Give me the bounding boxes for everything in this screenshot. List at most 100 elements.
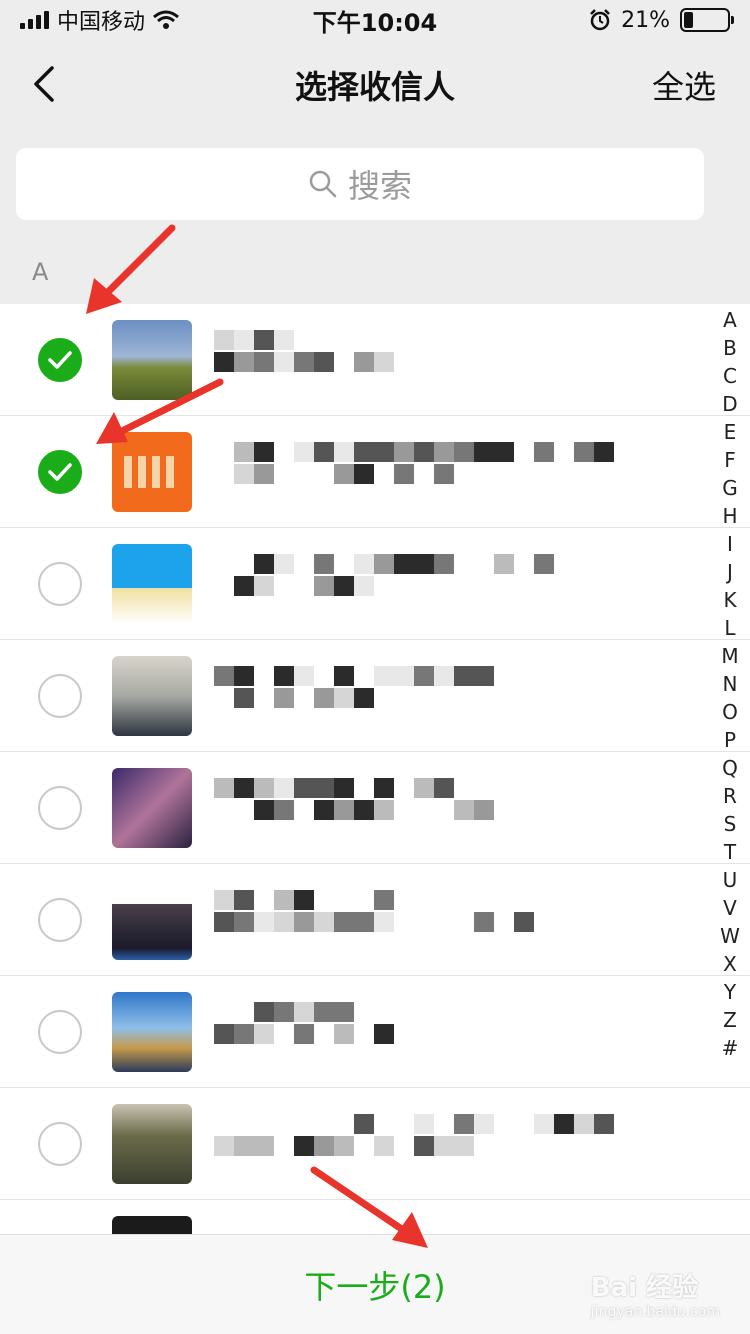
index-letter[interactable]: W — [720, 922, 740, 950]
pixel-block — [334, 800, 354, 820]
pixel-block — [334, 666, 354, 686]
contact-row[interactable] — [0, 864, 750, 976]
pixel-block — [294, 1136, 314, 1156]
pixel-block — [274, 912, 294, 932]
contact-row[interactable] — [0, 1088, 750, 1200]
index-letter[interactable]: S — [724, 810, 737, 838]
index-letter[interactable]: H — [722, 502, 737, 530]
index-letter[interactable]: Q — [722, 754, 738, 782]
index-letter[interactable]: R — [723, 782, 737, 810]
pixel-block — [274, 1002, 294, 1022]
index-letter[interactable]: V — [723, 894, 737, 922]
pixel-block — [274, 778, 294, 798]
index-letter[interactable]: X — [723, 950, 737, 978]
blurred-contact-name — [214, 664, 674, 734]
pixel-block — [494, 554, 514, 574]
index-letter[interactable]: J — [727, 558, 733, 586]
wifi-icon — [153, 10, 179, 29]
pixel-block — [254, 352, 274, 372]
index-letter[interactable]: K — [723, 586, 736, 614]
select-all-button[interactable]: 全选 — [652, 62, 716, 108]
index-letter[interactable]: N — [723, 670, 738, 698]
pixel-block — [514, 912, 534, 932]
index-letter[interactable]: P — [724, 726, 736, 754]
pixel-block — [374, 890, 394, 910]
index-letter[interactable]: L — [724, 614, 735, 642]
pixel-block — [234, 778, 254, 798]
blurred-contact-name — [214, 328, 674, 398]
select-checkbox[interactable] — [38, 674, 82, 718]
pixel-block — [314, 352, 334, 372]
next-step-button[interactable]: 下一步(2) — [304, 1262, 445, 1308]
alphabet-index[interactable]: A B C D E F G H I J K L M N O P Q R S T U V W X Y Z # — [716, 306, 744, 1062]
pixel-block — [294, 890, 314, 910]
index-letter[interactable]: M — [721, 642, 738, 670]
carrier-label: 中国移动 — [57, 10, 146, 35]
pixel-block — [594, 1114, 614, 1134]
pixel-block — [214, 330, 234, 350]
pixel-block — [454, 1136, 474, 1156]
pixel-block — [374, 1024, 394, 1044]
pixel-block — [314, 688, 334, 708]
blurred-contact-name — [214, 440, 674, 510]
search-input[interactable]: 搜索 — [16, 148, 704, 220]
select-checkbox-checked[interactable] — [38, 338, 82, 382]
avatar — [112, 1104, 192, 1184]
pixel-block — [574, 442, 594, 462]
contact-row[interactable] — [0, 416, 750, 528]
select-checkbox[interactable] — [38, 562, 82, 606]
index-letter[interactable]: Z — [723, 1006, 737, 1034]
index-letter[interactable]: T — [724, 838, 736, 866]
index-letter[interactable]: A — [723, 306, 737, 334]
blurred-contact-name — [214, 1000, 674, 1070]
pixel-block — [234, 1136, 254, 1156]
pixel-block — [254, 778, 274, 798]
index-letter[interactable]: C — [723, 362, 737, 390]
bottom-bar: 下一步(2) Bai 经验 jingyan.baidu.com — [0, 1234, 750, 1334]
contact-row[interactable] — [0, 304, 750, 416]
index-letter[interactable]: E — [724, 418, 737, 446]
pixel-block — [474, 666, 494, 686]
avatar — [112, 992, 192, 1072]
pixel-block — [354, 800, 374, 820]
pixel-block — [254, 800, 274, 820]
pixel-block — [214, 352, 234, 372]
watermark-url: jingyan.baidu.com — [590, 1304, 720, 1320]
contact-row[interactable] — [0, 752, 750, 864]
index-letter[interactable]: D — [722, 390, 737, 418]
search-icon — [309, 170, 337, 198]
pixel-block — [294, 666, 314, 686]
pixel-block — [374, 912, 394, 932]
index-letter[interactable]: O — [722, 698, 738, 726]
pixel-block — [334, 1136, 354, 1156]
pixel-block — [254, 576, 274, 596]
index-letter[interactable]: G — [722, 474, 738, 502]
pixel-block — [414, 666, 434, 686]
index-letter[interactable]: # — [722, 1034, 739, 1062]
index-letter[interactable]: Y — [724, 978, 736, 1006]
pixel-block — [474, 912, 494, 932]
back-button[interactable] — [28, 64, 68, 104]
avatar — [112, 768, 192, 848]
contact-row[interactable] — [0, 976, 750, 1088]
pixel-block — [374, 800, 394, 820]
index-letter[interactable]: F — [724, 446, 736, 474]
select-checkbox[interactable] — [38, 786, 82, 830]
index-letter[interactable]: I — [727, 530, 733, 558]
select-checkbox-checked[interactable] — [38, 450, 82, 494]
index-letter[interactable]: B — [723, 334, 737, 362]
contact-row[interactable] — [0, 528, 750, 640]
pixel-block — [434, 778, 454, 798]
select-checkbox[interactable] — [38, 1010, 82, 1054]
contact-row[interactable] — [0, 640, 750, 752]
pixel-block — [234, 1024, 254, 1044]
index-letter[interactable]: U — [723, 866, 738, 894]
pixel-block — [274, 688, 294, 708]
select-checkbox[interactable] — [38, 1122, 82, 1166]
select-checkbox[interactable] — [38, 898, 82, 942]
pixel-block — [234, 688, 254, 708]
contact-list — [0, 304, 750, 1240]
pixel-block — [314, 912, 334, 932]
pixel-block — [234, 666, 254, 686]
pixel-block — [334, 912, 354, 932]
